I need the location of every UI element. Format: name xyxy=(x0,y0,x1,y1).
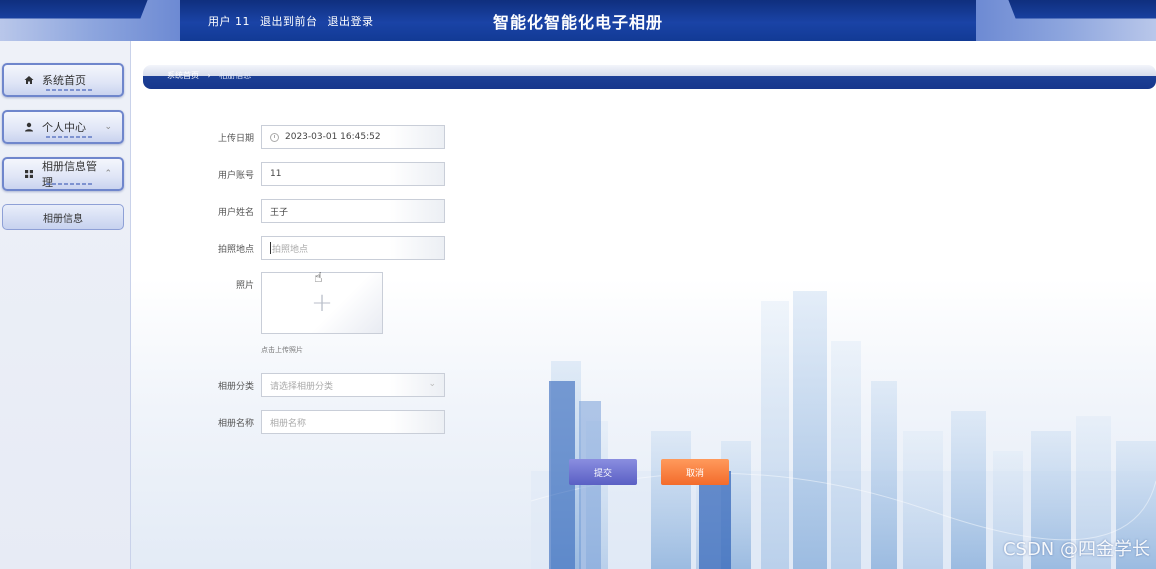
sidebar-item-label: 相册信息管理 xyxy=(42,160,97,189)
sidebar-item-label: 个人中心 xyxy=(42,121,86,134)
user-name-input[interactable]: 王子 xyxy=(261,199,445,223)
chevron-down-icon: ⌄ xyxy=(428,379,436,389)
photo-label: 照片 xyxy=(235,281,254,291)
chevron-up-icon: ⌃ xyxy=(104,169,112,179)
top-header: 用户 11 退出到前台 退出登录 智能化智能化电子相册 xyxy=(0,0,1156,41)
upload-date-label: 上传日期 xyxy=(217,134,254,144)
photo-location-label: 拍照地点 xyxy=(217,245,254,255)
album-name-label: 相册名称 xyxy=(217,419,254,429)
album-category-select[interactable]: 请选择相册分类 ⌄ xyxy=(261,373,445,397)
user-icon xyxy=(24,122,34,132)
main-content: 系统首页 › 相册信息 上传日期 2023-03-01 16:45:52 用户账… xyxy=(131,41,1156,569)
user-account-value: 11 xyxy=(270,169,282,179)
photo-location-placeholder: 拍照地点 xyxy=(272,244,309,255)
plus-icon: + xyxy=(311,288,333,318)
menu-underline-decoration xyxy=(46,136,94,138)
sidebar-item-label: 系统首页 xyxy=(42,74,86,87)
breadcrumb-current: 相册信息 xyxy=(219,71,252,80)
menu-underline-decoration xyxy=(46,89,94,91)
user-account-label: 用户账号 xyxy=(217,171,254,181)
sidebar-item-personal-center[interactable]: 个人中心 ⌄ xyxy=(2,110,124,144)
sidebar: 系统首页 个人中心 ⌄ 相册信息管理 ⌃ 相册信息 xyxy=(0,41,131,569)
sidebar-item-album-management[interactable]: 相册信息管理 ⌃ xyxy=(2,157,124,191)
text-caret xyxy=(270,242,271,254)
grid-icon xyxy=(24,169,34,179)
menu-underline-decoration xyxy=(46,183,94,185)
breadcrumb-bar: 系统首页 › 相册信息 xyxy=(143,65,1156,89)
cancel-button[interactable]: 取消 xyxy=(661,459,729,485)
submit-button[interactable]: 提交 xyxy=(569,459,637,485)
watermark: CSDN @四金学长 xyxy=(1002,539,1150,560)
sidebar-item-home[interactable]: 系统首页 xyxy=(2,63,124,97)
page-title: 智能化智能化电子相册 xyxy=(492,13,663,32)
user-account-input[interactable]: 11 xyxy=(261,162,445,186)
photo-location-input[interactable]: 拍照地点 xyxy=(261,236,445,260)
upload-date-value: 2023-03-01 16:45:52 xyxy=(285,132,381,142)
upload-hint: 点击上传照片 xyxy=(261,346,303,354)
breadcrumb-home[interactable]: 系统首页 xyxy=(167,71,199,80)
hand-cursor-icon: ☝ xyxy=(314,270,323,286)
clock-icon xyxy=(270,132,279,142)
breadcrumb-separator: › xyxy=(207,71,211,80)
home-icon xyxy=(24,75,34,85)
album-category-label: 相册分类 xyxy=(217,382,254,392)
album-name-input[interactable]: 相册名称 xyxy=(261,410,445,434)
chevron-down-icon: ⌄ xyxy=(104,122,112,132)
user-name-value: 王子 xyxy=(270,207,289,218)
album-name-placeholder: 相册名称 xyxy=(270,418,307,429)
user-name-label: 用户姓名 xyxy=(217,208,254,218)
upload-date-input[interactable]: 2023-03-01 16:45:52 xyxy=(261,125,445,149)
sidebar-subitem-album-info[interactable]: 相册信息 xyxy=(2,204,124,230)
breadcrumb: 系统首页 › 相册信息 xyxy=(167,70,251,81)
album-category-placeholder: 请选择相册分类 xyxy=(270,381,334,392)
